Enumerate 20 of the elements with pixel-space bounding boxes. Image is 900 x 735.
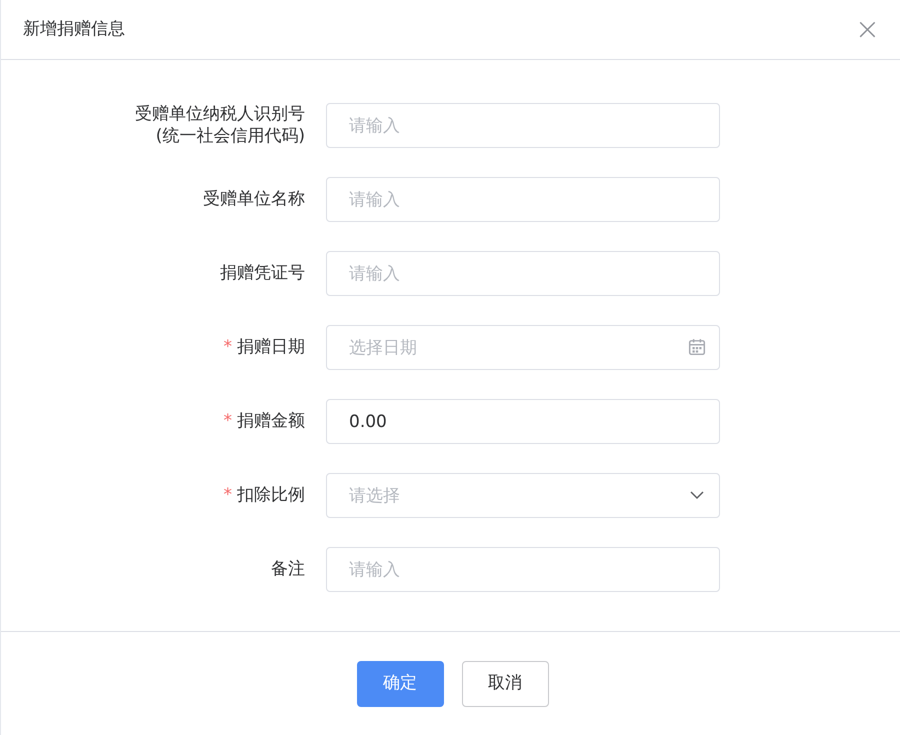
dialog-title: 新增捐赠信息 [23, 18, 125, 41]
field-label: 受赠单位纳税人识别号 (统一社会信用代码) [135, 103, 305, 147]
field-label: 扣除比例 [237, 484, 305, 507]
field-label: 备注 [271, 558, 305, 581]
field-label: 捐赠日期 [237, 336, 305, 359]
input-field[interactable]: 请输入 [326, 103, 720, 148]
field-label: 受赠单位名称 [203, 188, 305, 211]
required-mark: * [224, 410, 232, 433]
input-field[interactable]: 0.00 [326, 399, 720, 444]
input-field[interactable]: 请输入 [326, 177, 720, 222]
date-field[interactable]: 选择日期 [326, 325, 720, 370]
cancel-button[interactable]: 取消 [462, 661, 548, 707]
required-mark: * [224, 336, 232, 359]
input-field[interactable]: 请输入 [326, 251, 720, 296]
field-label: 捐赠凭证号 [220, 262, 305, 285]
select-field[interactable]: 请选择 [326, 473, 720, 518]
input-field[interactable]: 请输入 [326, 547, 720, 592]
field-label: 捐赠金额 [237, 410, 305, 433]
required-mark: * [224, 484, 232, 507]
calendar-icon [688, 338, 706, 356]
